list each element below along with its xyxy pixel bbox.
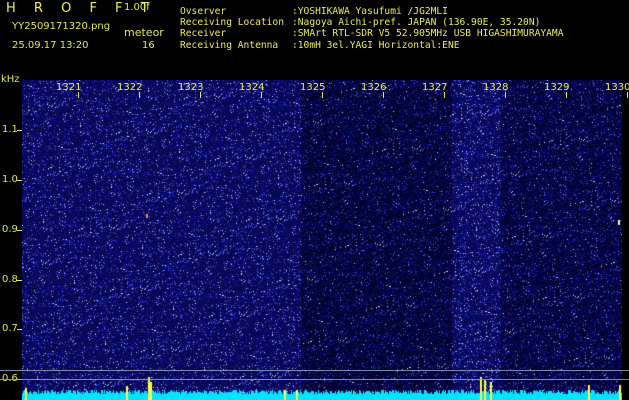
info-value: :10mH 3el.YAGI Horizontal:ENE	[292, 39, 460, 51]
x-tick	[322, 92, 323, 98]
y-tick	[17, 230, 22, 231]
info-value: :SMArt RTL-SDR V5 52.905MHz USB HIGASHIM…	[292, 28, 564, 40]
y-tick	[17, 130, 22, 131]
threshold-line	[0, 379, 629, 380]
station-info: Ovserver :YOSHIKAWA Yasufumi /JG2MLI Rec…	[180, 6, 563, 51]
info-key: Receiving Location	[180, 17, 284, 29]
threshold-line	[0, 370, 629, 371]
y-tick-label: 0.9	[2, 224, 18, 235]
capture-datetime: 25.09.17 13:20	[12, 40, 89, 51]
y-tick-label: 0.7	[2, 323, 18, 334]
y-axis-unit: kHz	[1, 74, 20, 85]
info-row-antenna: Receiving Antenna :10mH 3el.YAGI Horizon…	[180, 40, 563, 51]
file-name: YY2509171320.png	[12, 21, 111, 32]
y-tick-label: 0.8	[2, 274, 18, 285]
x-tick-label: 1330	[605, 82, 629, 93]
event-count: 16	[142, 40, 155, 51]
x-tick	[383, 92, 384, 98]
info-row-receiver: Receiver :SMArt RTL-SDR V5 52.905MHz USB…	[180, 28, 563, 39]
x-tick	[200, 92, 201, 98]
x-tick	[78, 92, 79, 98]
info-key: Ovserver	[180, 6, 227, 17]
info-value: :Nagoya Aichi-pref. JAPAN (136.90E, 35.2…	[292, 17, 541, 29]
event-type-label: meteor	[124, 26, 164, 39]
x-tick	[139, 92, 140, 98]
y-tick-label: 1.1	[2, 124, 18, 135]
y-tick	[17, 280, 22, 281]
spectrogram[interactable]	[22, 80, 622, 400]
info-value: :YOSHIKAWA Yasufumi /JG2MLI	[292, 6, 448, 17]
y-tick	[17, 329, 22, 330]
spectrogram-canvas	[22, 80, 622, 400]
x-tick	[627, 92, 628, 98]
y-tick	[17, 180, 22, 181]
x-tick	[505, 92, 506, 98]
version-label: 1.00f	[124, 2, 150, 13]
info-key: Receiver	[180, 28, 227, 40]
x-tick	[444, 92, 445, 98]
y-tick-label: 1.0	[2, 174, 18, 185]
info-row-location: Receiving Location :Nagoya Aichi-pref. J…	[180, 17, 563, 28]
x-tick	[566, 92, 567, 98]
info-row-observer: Ovserver :YOSHIKAWA Yasufumi /JG2MLI	[180, 6, 563, 17]
x-tick	[261, 92, 262, 98]
info-key: Receiving Antenna	[180, 39, 279, 51]
